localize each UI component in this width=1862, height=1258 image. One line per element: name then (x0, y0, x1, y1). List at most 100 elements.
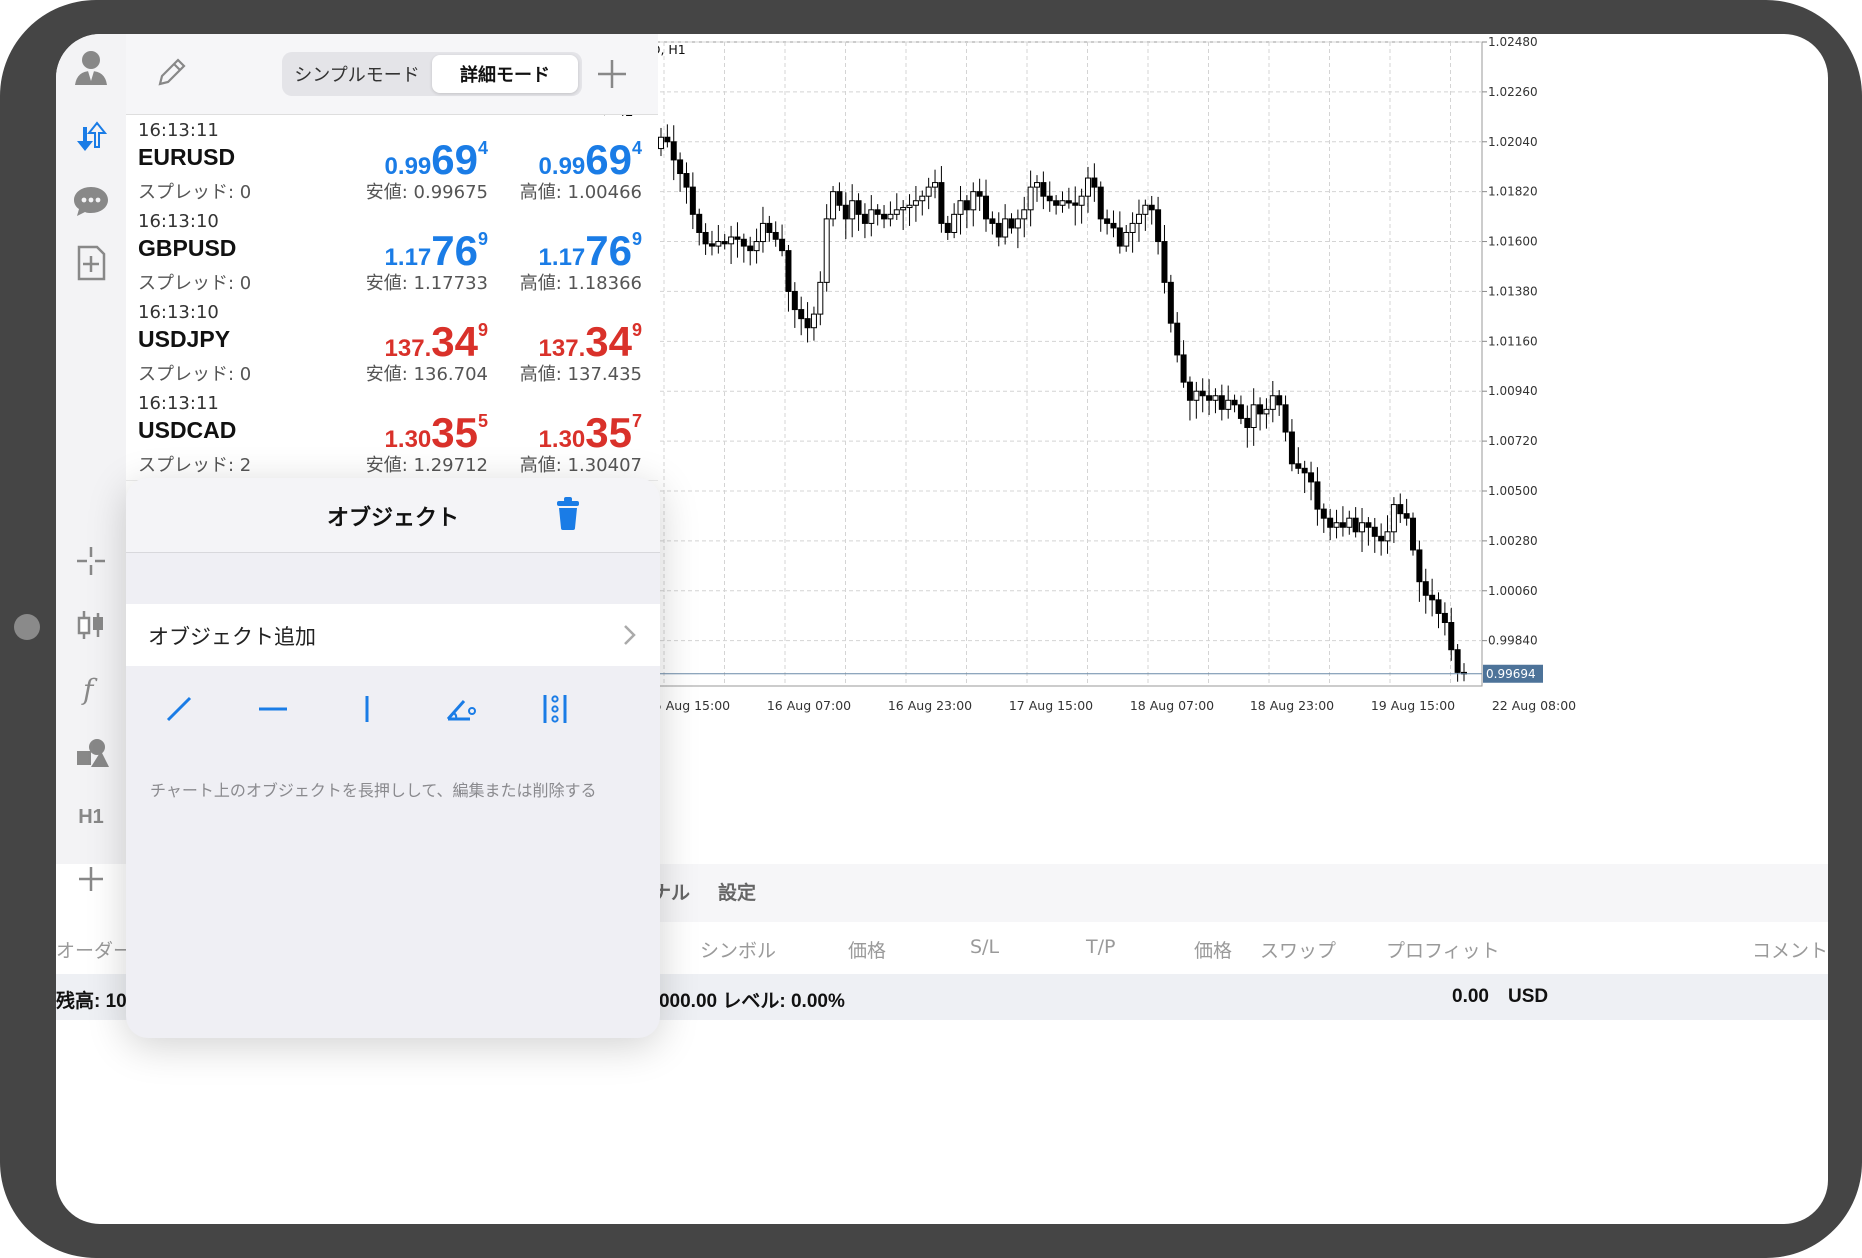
left-sidebar: f H1 (56, 34, 126, 891)
edit-pencil-icon[interactable] (154, 54, 190, 94)
detail-mode-button[interactable]: 詳細モード (432, 55, 578, 93)
candle-body (868, 209, 875, 224)
quote-row-gbpusd[interactable]: 16:13:10 GBPUSD スプレッド: 0 1.17769 1.17769 安値: … (126, 207, 658, 299)
candle-body (1384, 531, 1391, 542)
quote-time: 16:13:11 (138, 393, 219, 414)
price-chart[interactable]: 1.02480 1.02260 1.02040 1.01820 1.01600 1.013… (603, 34, 1828, 864)
candle-body (1333, 522, 1340, 528)
objects-hint-text: チャート上のオブジェクトを長押しして、編集または削除する (150, 781, 597, 800)
ask-price[interactable]: 1.17769 (539, 227, 642, 275)
ask-sup: 9 (631, 229, 642, 249)
add-object-row[interactable]: オブジェクト追加 (126, 604, 660, 666)
ask-price[interactable]: 137.349 (539, 318, 642, 366)
candle-body (817, 281, 824, 315)
y-tick-label: 1.00940 (1488, 384, 1538, 398)
candle-body (881, 213, 888, 220)
chart-canvas[interactable]: 1.02480 1.02260 1.02040 1.01820 1.01600 1.013… (603, 34, 1828, 864)
col-tp: T/P (1086, 936, 1116, 958)
candle-body (1237, 404, 1244, 419)
objects-panel-header: オブジェクト (126, 478, 660, 553)
bid-price[interactable]: 1.30355 (385, 409, 488, 457)
bid-price[interactable]: 0.99694 (385, 136, 488, 184)
candle-body (1040, 182, 1047, 197)
candle-body (1212, 395, 1219, 401)
bid-price[interactable]: 137.349 (385, 318, 488, 366)
candle-body (1410, 517, 1417, 551)
quote-low: 安値: 136.704 (365, 364, 488, 385)
add-icon[interactable] (64, 854, 118, 904)
candle-body (1225, 399, 1232, 410)
add-symbol-icon[interactable] (592, 54, 632, 98)
candle-body (1371, 526, 1378, 537)
x-tick-label: 22 Aug 08:00 (1492, 698, 1576, 713)
chat-icon[interactable] (64, 176, 118, 226)
candle-body (1014, 218, 1021, 229)
candle-body (664, 136, 671, 143)
ask-big: 35 (585, 409, 632, 456)
y-tick-label: 1.01600 (1488, 235, 1538, 249)
candle-body (1295, 463, 1302, 469)
quote-row-usdjpy[interactable]: 16:13:10 USDJPY スプレッド: 0 137.349 137.349 安値: … (126, 298, 658, 390)
candle-body (1142, 204, 1149, 215)
ask-small: 137. (538, 335, 586, 362)
vertical-line-tool-icon[interactable] (342, 684, 392, 734)
fibonacci-tool-icon[interactable] (530, 684, 580, 734)
crosshair-icon[interactable] (64, 536, 118, 586)
last-price-label: 0.99694 (1486, 667, 1536, 681)
trash-icon[interactable] (550, 494, 586, 538)
bid-sup: 9 (477, 229, 488, 249)
bid-sup: 9 (477, 320, 488, 340)
quote-time: 16:13:11 (138, 120, 219, 141)
bid-sup: 4 (477, 138, 488, 158)
quote-row-eurusd[interactable]: 16:13:11 EURUSD スプレッド: 0 0.99694 0.99694 安値: … (126, 116, 658, 208)
candle-body (1435, 599, 1442, 614)
x-tick-label: 19 Aug 15:00 (1371, 698, 1455, 713)
account-icon[interactable] (64, 42, 118, 92)
candle-body (912, 200, 919, 206)
chart-type-icon[interactable] (64, 600, 118, 650)
ask-price[interactable]: 0.99694 (539, 136, 642, 184)
bid-price[interactable]: 1.17769 (385, 227, 488, 275)
watchlist-header: シンプルモード 詳細モード (126, 34, 658, 115)
candle-body (1454, 649, 1461, 673)
candle-body (1065, 200, 1072, 204)
candle-body (938, 182, 945, 224)
quote-time: 16:13:10 (138, 211, 219, 232)
objects-icon[interactable] (64, 728, 118, 778)
quote-low: 安値: 0.99675 (365, 182, 488, 203)
object-tools (126, 668, 660, 748)
x-tick-label: 16 Aug 07:00 (767, 698, 851, 713)
indicators-icon[interactable]: f (64, 664, 118, 714)
candle-body (728, 236, 735, 245)
quote-row-usdcad[interactable]: 16:13:11 USDCAD スプレッド: 2 1.30355 1.30357 安値: … (126, 389, 658, 481)
trendline-tool-icon[interactable] (154, 684, 204, 734)
y-tick-label: 1.02040 (1488, 135, 1538, 149)
timeframe-button[interactable]: H1 (64, 792, 118, 842)
simple-mode-button[interactable]: シンプルモード (286, 55, 428, 93)
candle-body (1390, 504, 1397, 533)
angle-tool-icon[interactable] (436, 684, 486, 734)
y-tick-label: 1.00500 (1488, 484, 1538, 498)
x-tick-label: 16 Aug 23:00 (888, 698, 972, 713)
candle-body (810, 313, 817, 329)
candle-body (1327, 517, 1334, 528)
bid-small: 0.99 (384, 153, 432, 180)
candle-body (708, 243, 715, 247)
trade-arrows-icon[interactable] (64, 112, 118, 162)
candle-body (1416, 549, 1423, 583)
horizontal-line-tool-icon[interactable] (248, 684, 298, 734)
candle-body (1320, 508, 1327, 519)
candle-body (823, 218, 830, 283)
chart-plot-area (603, 41, 1483, 687)
candle-body (1263, 408, 1270, 415)
y-tick-label: 1.00060 (1488, 584, 1538, 598)
candle-body (1084, 177, 1091, 197)
ask-price[interactable]: 1.30357 (539, 409, 642, 457)
candle-body (702, 231, 709, 245)
new-order-icon[interactable] (64, 238, 118, 288)
tab-settings[interactable]: 設定 (718, 878, 756, 905)
candle-body (951, 213, 958, 233)
candle-body (1129, 222, 1136, 233)
candle-body (1034, 182, 1040, 188)
quote-spread: スプレッド: 0 (138, 273, 252, 294)
